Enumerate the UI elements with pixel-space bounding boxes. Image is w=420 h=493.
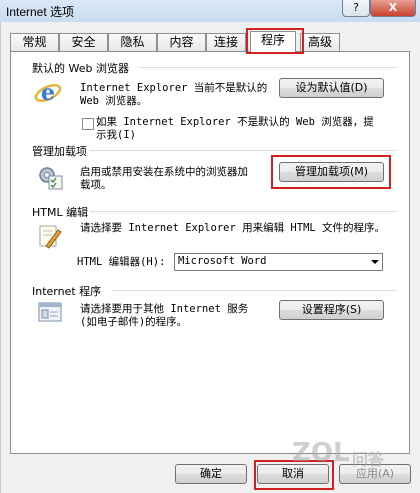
separator — [112, 290, 397, 291]
addons-title: 管理加载项 — [32, 145, 87, 158]
html-editor-select[interactable]: Microsoft Word — [174, 253, 383, 271]
checkbox-label-2: 示我(I) — [96, 129, 136, 141]
close-button[interactable]: X — [370, 0, 416, 17]
help-button[interactable]: ? — [342, 0, 370, 17]
watermark-text-2: 问答 — [352, 450, 385, 469]
tab-connections[interactable]: 连接 — [206, 33, 246, 51]
tab-security[interactable]: 安全 — [59, 33, 108, 51]
internet-programs-title: Internet 程序 — [32, 285, 102, 298]
tab-privacy[interactable]: 隐私 — [108, 33, 157, 51]
tab-general[interactable]: 常规 — [10, 33, 59, 51]
ok-button[interactable]: 确定 — [175, 464, 247, 484]
internet-options-window: Internet 选项 ? X 常规 安全 隐私 内容 连接 程序 高级 默认的… — [0, 0, 420, 493]
manage-addons-highlight — [271, 155, 391, 189]
html-editor-label: HTML 编辑器(H): — [77, 256, 166, 268]
svg-text:e: e — [41, 80, 55, 106]
tab-advanced[interactable]: 高级 — [300, 33, 340, 51]
tab-content[interactable]: 内容 — [157, 33, 206, 51]
title-bar[interactable]: Internet 选项 ? X — [0, 0, 420, 22]
default-browser-text-2: Web 浏览器。 — [80, 95, 148, 107]
internet-explorer-icon: e — [34, 80, 62, 106]
dropdown-arrow-icon — [371, 260, 379, 264]
window-title: Internet 选项 — [6, 5, 75, 19]
separator — [139, 67, 397, 68]
set-default-button[interactable]: 设为默认值(D) — [279, 78, 384, 98]
watermark-text: ZOL — [292, 438, 350, 468]
separator — [90, 150, 397, 151]
html-editor-title: HTML 编辑 — [32, 206, 89, 219]
programs-tab-highlight — [246, 28, 304, 54]
checkbox-label-1: 如果 Internet Explorer 不是默认的 Web 浏览器，提 — [96, 116, 374, 128]
html-editor-pen-icon — [39, 225, 62, 249]
default-browser-title: 默认的 Web 浏览器 — [32, 62, 129, 75]
addons-gear-icon — [39, 167, 63, 190]
internet-programs-icon — [38, 302, 62, 322]
prompt-default-checkbox[interactable] — [82, 118, 94, 130]
html-editor-text: 请选择要 Internet Explorer 用来编辑 HTML 文件的程序。 — [80, 222, 386, 234]
set-programs-button[interactable]: 设置程序(S) — [279, 300, 384, 320]
addons-text-2: 载项。 — [80, 179, 112, 191]
html-editor-selected: Microsoft Word — [178, 255, 267, 267]
separator — [90, 211, 397, 212]
internet-programs-text-2: (如电子邮件)的程序。 — [80, 316, 188, 328]
